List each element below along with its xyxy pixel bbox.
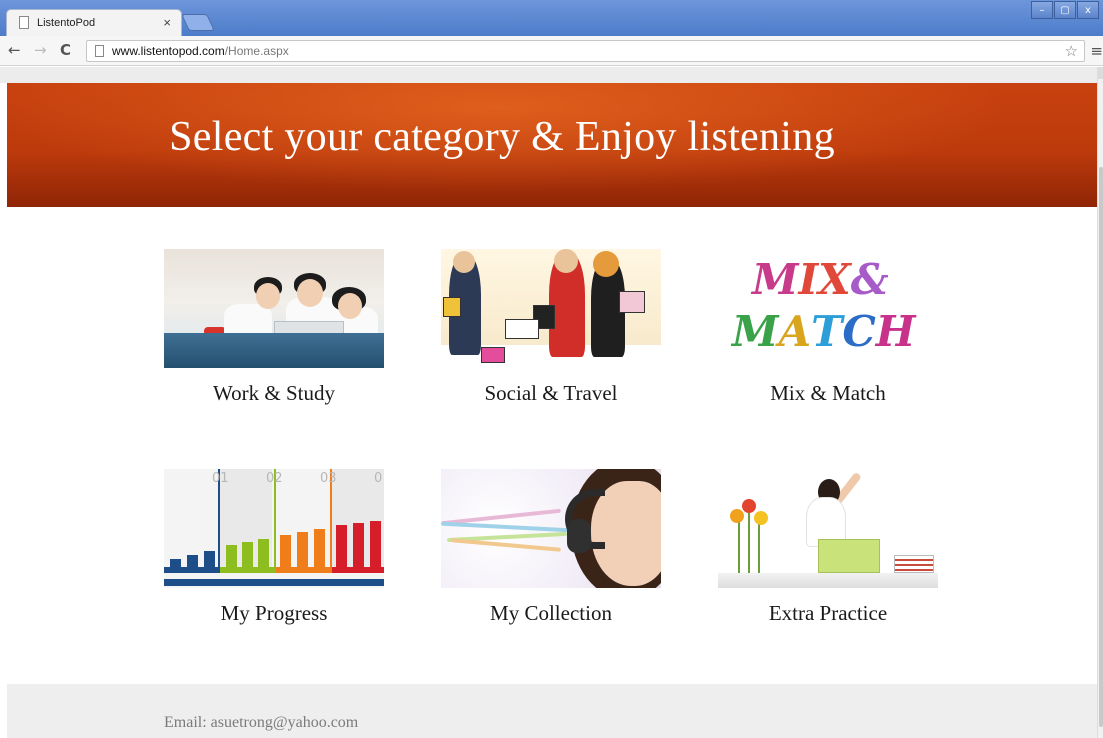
- address-bar[interactable]: www.listentopod.com/Home.aspx ☆: [86, 40, 1085, 62]
- category-my-progress[interactable]: 01 02 03 0 My Progress: [164, 469, 384, 626]
- mix-match-image[interactable]: MIX & MATCH: [718, 249, 938, 368]
- vertical-scrollbar[interactable]: [1097, 67, 1103, 738]
- category-social-travel[interactable]: Social & Travel: [441, 249, 661, 406]
- category-label[interactable]: Social & Travel: [441, 381, 661, 406]
- work-study-image[interactable]: [164, 249, 384, 368]
- window-controls: – ▢ x: [1031, 1, 1099, 19]
- tab-close-icon[interactable]: ×: [163, 15, 171, 30]
- category-my-collection[interactable]: My Collection: [441, 469, 661, 626]
- stage-number: 01: [212, 471, 229, 486]
- bookmark-star-icon[interactable]: ☆: [1065, 41, 1078, 61]
- scroll-thumb[interactable]: [1099, 167, 1103, 727]
- mix-match-artwork: MIX &: [752, 255, 889, 304]
- category-work-study[interactable]: Work & Study: [164, 249, 384, 406]
- hero-title: Select your category & Enjoy listening: [169, 114, 835, 160]
- reload-icon[interactable]: C: [60, 41, 71, 59]
- page-top-gap: [0, 67, 1097, 83]
- category-label[interactable]: Work & Study: [164, 381, 384, 406]
- page-icon: [95, 45, 104, 57]
- menu-icon[interactable]: ≡: [1090, 42, 1103, 60]
- maximize-button[interactable]: ▢: [1054, 1, 1076, 19]
- category-mix-match[interactable]: MIX & MATCH Mix & Match: [718, 249, 938, 406]
- category-label[interactable]: My Collection: [441, 601, 661, 626]
- collection-headphones-photo[interactable]: [441, 469, 661, 588]
- category-label[interactable]: My Progress: [164, 601, 384, 626]
- scroll-up-arrow[interactable]: [1098, 67, 1103, 79]
- category-label[interactable]: Mix & Match: [718, 381, 938, 406]
- browser-tab[interactable]: ListentoPod ×: [6, 9, 182, 36]
- mix-match-artwork: MATCH: [732, 307, 916, 356]
- page-icon: [19, 16, 29, 29]
- new-tab-button[interactable]: [181, 14, 215, 31]
- tab-title: ListentoPod: [37, 17, 96, 29]
- browser-title-bar: ListentoPod × – ▢ x: [0, 0, 1103, 36]
- back-arrow-icon[interactable]: ←: [8, 41, 21, 59]
- extra-practice-photo[interactable]: [718, 469, 938, 588]
- stage-number: 03: [320, 471, 337, 486]
- page-footer: Email: asuetrong@yahoo.com: [7, 684, 1097, 738]
- category-label[interactable]: Extra Practice: [718, 601, 938, 626]
- close-window-button[interactable]: x: [1077, 1, 1099, 19]
- browser-toolbar: ← → C www.listentopod.com/Home.aspx ☆ ≡: [0, 36, 1103, 66]
- category-extra-practice[interactable]: Extra Practice: [718, 469, 938, 626]
- progress-chart-graphic[interactable]: 01 02 03 0: [164, 469, 384, 588]
- url-text: www.listentopod.com/Home.aspx: [112, 44, 289, 58]
- social-travel-image[interactable]: [441, 249, 661, 368]
- stage-number: 02: [266, 471, 283, 486]
- footer-email: Email: asuetrong@yahoo.com: [164, 714, 359, 731]
- stage-number: 0: [374, 471, 383, 486]
- page-viewport: Select your category & Enjoy listening W…: [0, 67, 1097, 738]
- hero-banner: Select your category & Enjoy listening: [7, 83, 1097, 207]
- minimize-button[interactable]: –: [1031, 1, 1053, 19]
- forward-arrow-icon[interactable]: →: [34, 41, 47, 59]
